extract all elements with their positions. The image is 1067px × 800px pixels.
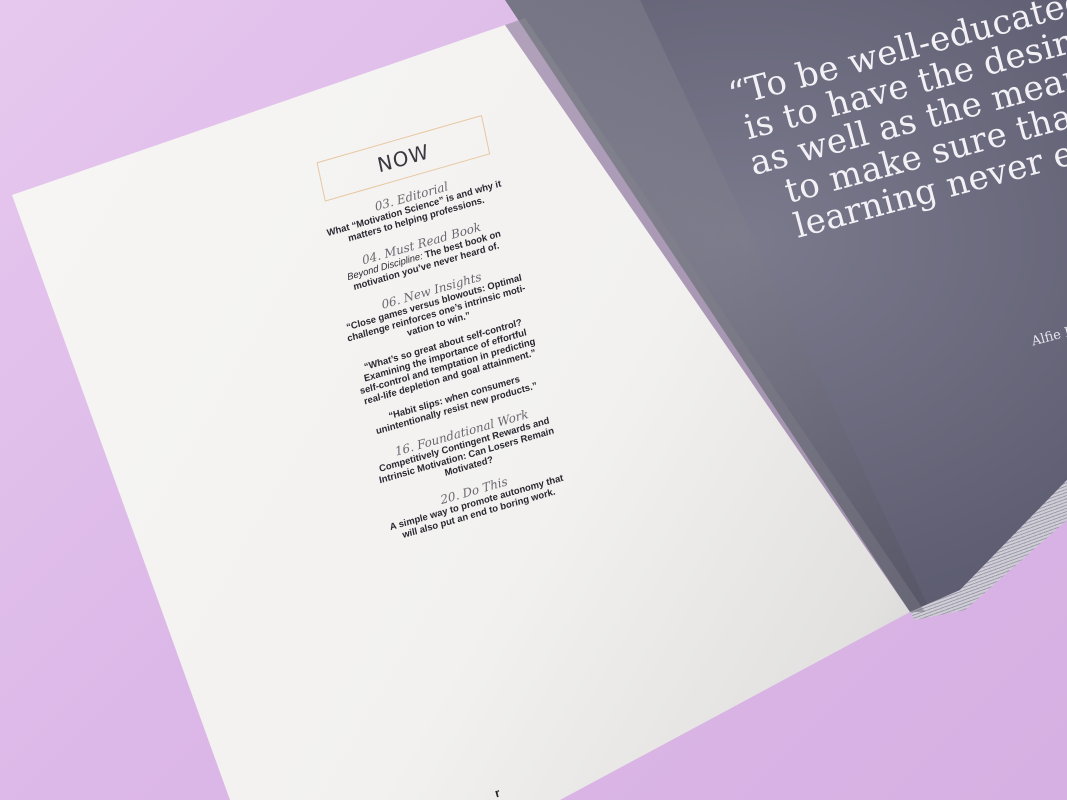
magazine-spread: “To be well-educated is to have the desi…	[0, 0, 1067, 800]
section-header: NOW	[375, 139, 432, 178]
